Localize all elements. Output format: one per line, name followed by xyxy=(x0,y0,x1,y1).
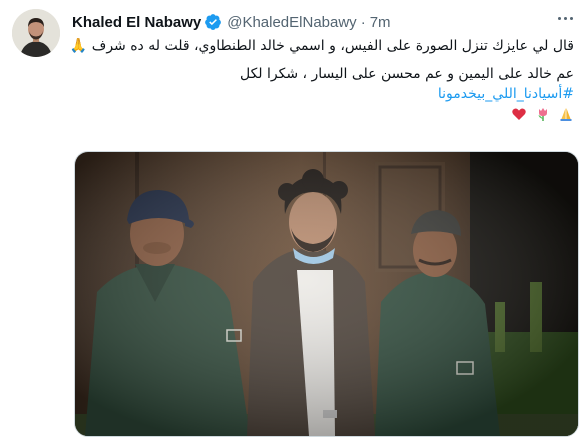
hashtag-link[interactable]: #أسيادنا_اللي_بيخدمونا xyxy=(438,86,574,102)
verified-badge-icon xyxy=(205,14,222,30)
tweet-text-line-1: قال لي عايزك تنزل الصورة على الفيس، و اس… xyxy=(69,38,574,54)
author-name[interactable]: Khaled El Nabawy xyxy=(72,14,201,31)
author-handle[interactable]: @KhaledElNabawy xyxy=(227,14,356,31)
tweet: Khaled El Nabawy @KhaledElNabawy · 7m قا… xyxy=(0,0,587,441)
pray-icon xyxy=(560,108,572,121)
tweet-photo[interactable] xyxy=(74,151,579,437)
red-heart-icon xyxy=(512,108,526,120)
tweet-text: قال لي عايزك تنزل الصورة على الفيس، و اس… xyxy=(69,36,574,124)
tweet-text-line-2: عم خالد على اليمين و عم محسن على اليسار … xyxy=(239,66,574,82)
separator-dot: · xyxy=(360,13,366,31)
more-options-icon[interactable] xyxy=(551,8,579,28)
tulip-icon xyxy=(538,108,547,121)
avatar[interactable] xyxy=(12,9,60,57)
tweet-timestamp[interactable]: 7m xyxy=(370,14,391,31)
photo-three-men xyxy=(75,152,578,436)
avatar-image xyxy=(12,9,60,57)
tweet-header: Khaled El Nabawy @KhaledElNabawy · 7m xyxy=(72,11,391,33)
emoji-row xyxy=(72,104,574,124)
